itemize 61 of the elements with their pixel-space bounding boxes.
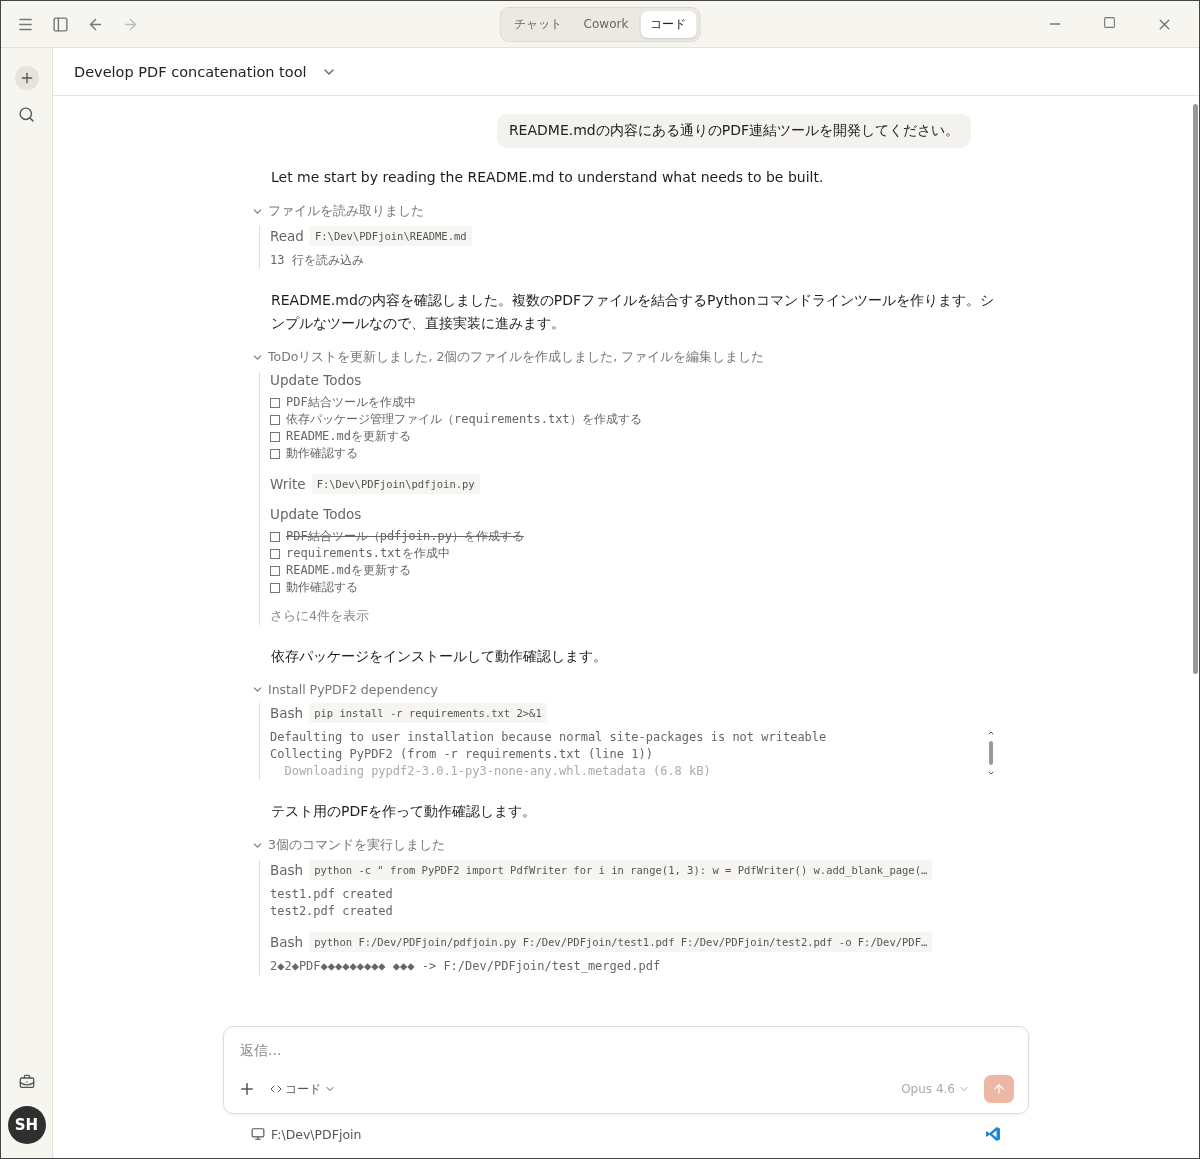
output-line: Collecting PyPDF2 (from -r requirements.txt (line 1)) (270, 746, 654, 763)
output-scrollbar[interactable] (987, 729, 995, 777)
todo-item: 動作確認する (286, 445, 358, 462)
command-text: pip install -r requirements.txt 2>&1 (309, 703, 547, 723)
assistant-message: Let me start by reading the README.md to understand what needs to be built. (270, 168, 825, 187)
command-text: python F:/Dev/PDFjoin/pdfjoin.py F:/Dev/PDFjoin/test1.pdf F:/Dev/PDFjoin/test2.pdf -o F:/Dev/PDF… (309, 932, 933, 952)
tool-label: Bash (270, 705, 304, 721)
monitor-icon (251, 1127, 265, 1141)
code-editor-icon[interactable] (985, 1126, 1001, 1142)
tool-label: Update Todos (270, 372, 363, 388)
command-text: F:\Dev\PDFjoin\pdfjoin.py (311, 474, 480, 494)
output-line: Defaulting to user installation because normal site-packages is not writeable (270, 729, 827, 746)
tool-label: Read (270, 228, 304, 244)
output-line: test1.pdf created (270, 886, 393, 903)
tool-label: Bash (270, 934, 304, 950)
checkbox-icon (270, 397, 280, 408)
todo-item: PDF結合ツール（pdfjoin.py）を作成する (286, 528, 524, 545)
checkbox-icon (270, 431, 280, 442)
output-line: test2.pdf created (270, 903, 393, 920)
scroll-up-icon[interactable] (987, 729, 995, 737)
result-note: 13 行を読み込み (270, 252, 365, 269)
scrollbar-thumb[interactable] (1193, 104, 1198, 674)
tool-label: Write (270, 476, 306, 492)
checkbox-icon (270, 414, 280, 425)
assistant-message: 依存パッケージをインストールして動作確認します。 (270, 647, 608, 666)
show-more-link[interactable]: さらに4件を表示 (270, 608, 1001, 625)
output-line: 2◆2◆PDF◆◆◆◆◆◆◆◆◆ ◆◆◆ -> F:/Dev/PDFjoin/test_merged.pdf (270, 958, 661, 975)
command-text: F:\Dev\PDFjoin\README.md (309, 226, 472, 246)
todo-item: README.mdを更新する (286, 428, 412, 445)
mode-tab[interactable]: Cowork (573, 10, 639, 38)
folder-path[interactable]: F:\Dev\PDFjoin (251, 1126, 362, 1142)
todo-item: PDF結合ツールを作成中 (286, 394, 416, 411)
checkbox-icon (270, 448, 280, 459)
assistant-message: テスト用のPDFを作って動作確認します。 (270, 802, 538, 821)
mode-dropdown[interactable]: コード (270, 1080, 336, 1098)
checkbox-icon (270, 548, 280, 559)
todo-item: requirements.txtを作成中 (286, 545, 450, 562)
assistant-message: README.mdの内容を確認しました。複数のPDFファイルを結合するPythonコマンドラインツールを作ります。シンプルなツールなので、直接実装に進みます。 (270, 291, 995, 333)
activity-group-toggle[interactable]: Install PyPDF2 dependency (251, 682, 438, 697)
new-chat-button[interactable] (14, 66, 39, 90)
command-text: python -c " from PyPDF2 import PdfWriter for i in range(1, 3): w = PdfWriter() w.add_blank_page(… (309, 860, 933, 880)
tool-label: Update Todos (270, 506, 363, 522)
code-icon (270, 1083, 282, 1095)
checkbox-icon (270, 531, 280, 542)
output-line: Downloading pypdf2-3.0.1-py3-none-any.whl.metadata (6.8 kB) (283, 763, 712, 780)
add-icon[interactable] (238, 1080, 256, 1098)
activity-group-toggle[interactable]: ToDoリストを更新しました, 2個のファイルを作成しました, ファイルを編集しました (251, 349, 765, 366)
conversation-title: Develop PDF concatenation tool (74, 63, 307, 80)
todo-item: 依存パッケージ管理ファイル（requirements.txt）を作成する (286, 411, 642, 428)
user-avatar[interactable]: SH (7, 1106, 46, 1144)
mode-tab[interactable]: チャット (503, 10, 572, 38)
checkbox-icon (270, 582, 280, 593)
user-message: README.mdの内容にある通りのPDF連結ツールを開発してください。 (496, 114, 971, 148)
scroll-down-icon[interactable] (987, 769, 995, 777)
activity-group-toggle[interactable]: ファイルを読み取りました (251, 203, 424, 220)
mode-tab[interactable]: コード (640, 10, 697, 38)
checkbox-icon (270, 565, 280, 576)
todo-item: 動作確認する (286, 579, 358, 596)
activity-group-toggle[interactable]: 3個のコマンドを実行しました (251, 837, 445, 854)
todo-item: README.mdを更新する (286, 562, 412, 579)
tool-label: Bash (270, 862, 304, 878)
